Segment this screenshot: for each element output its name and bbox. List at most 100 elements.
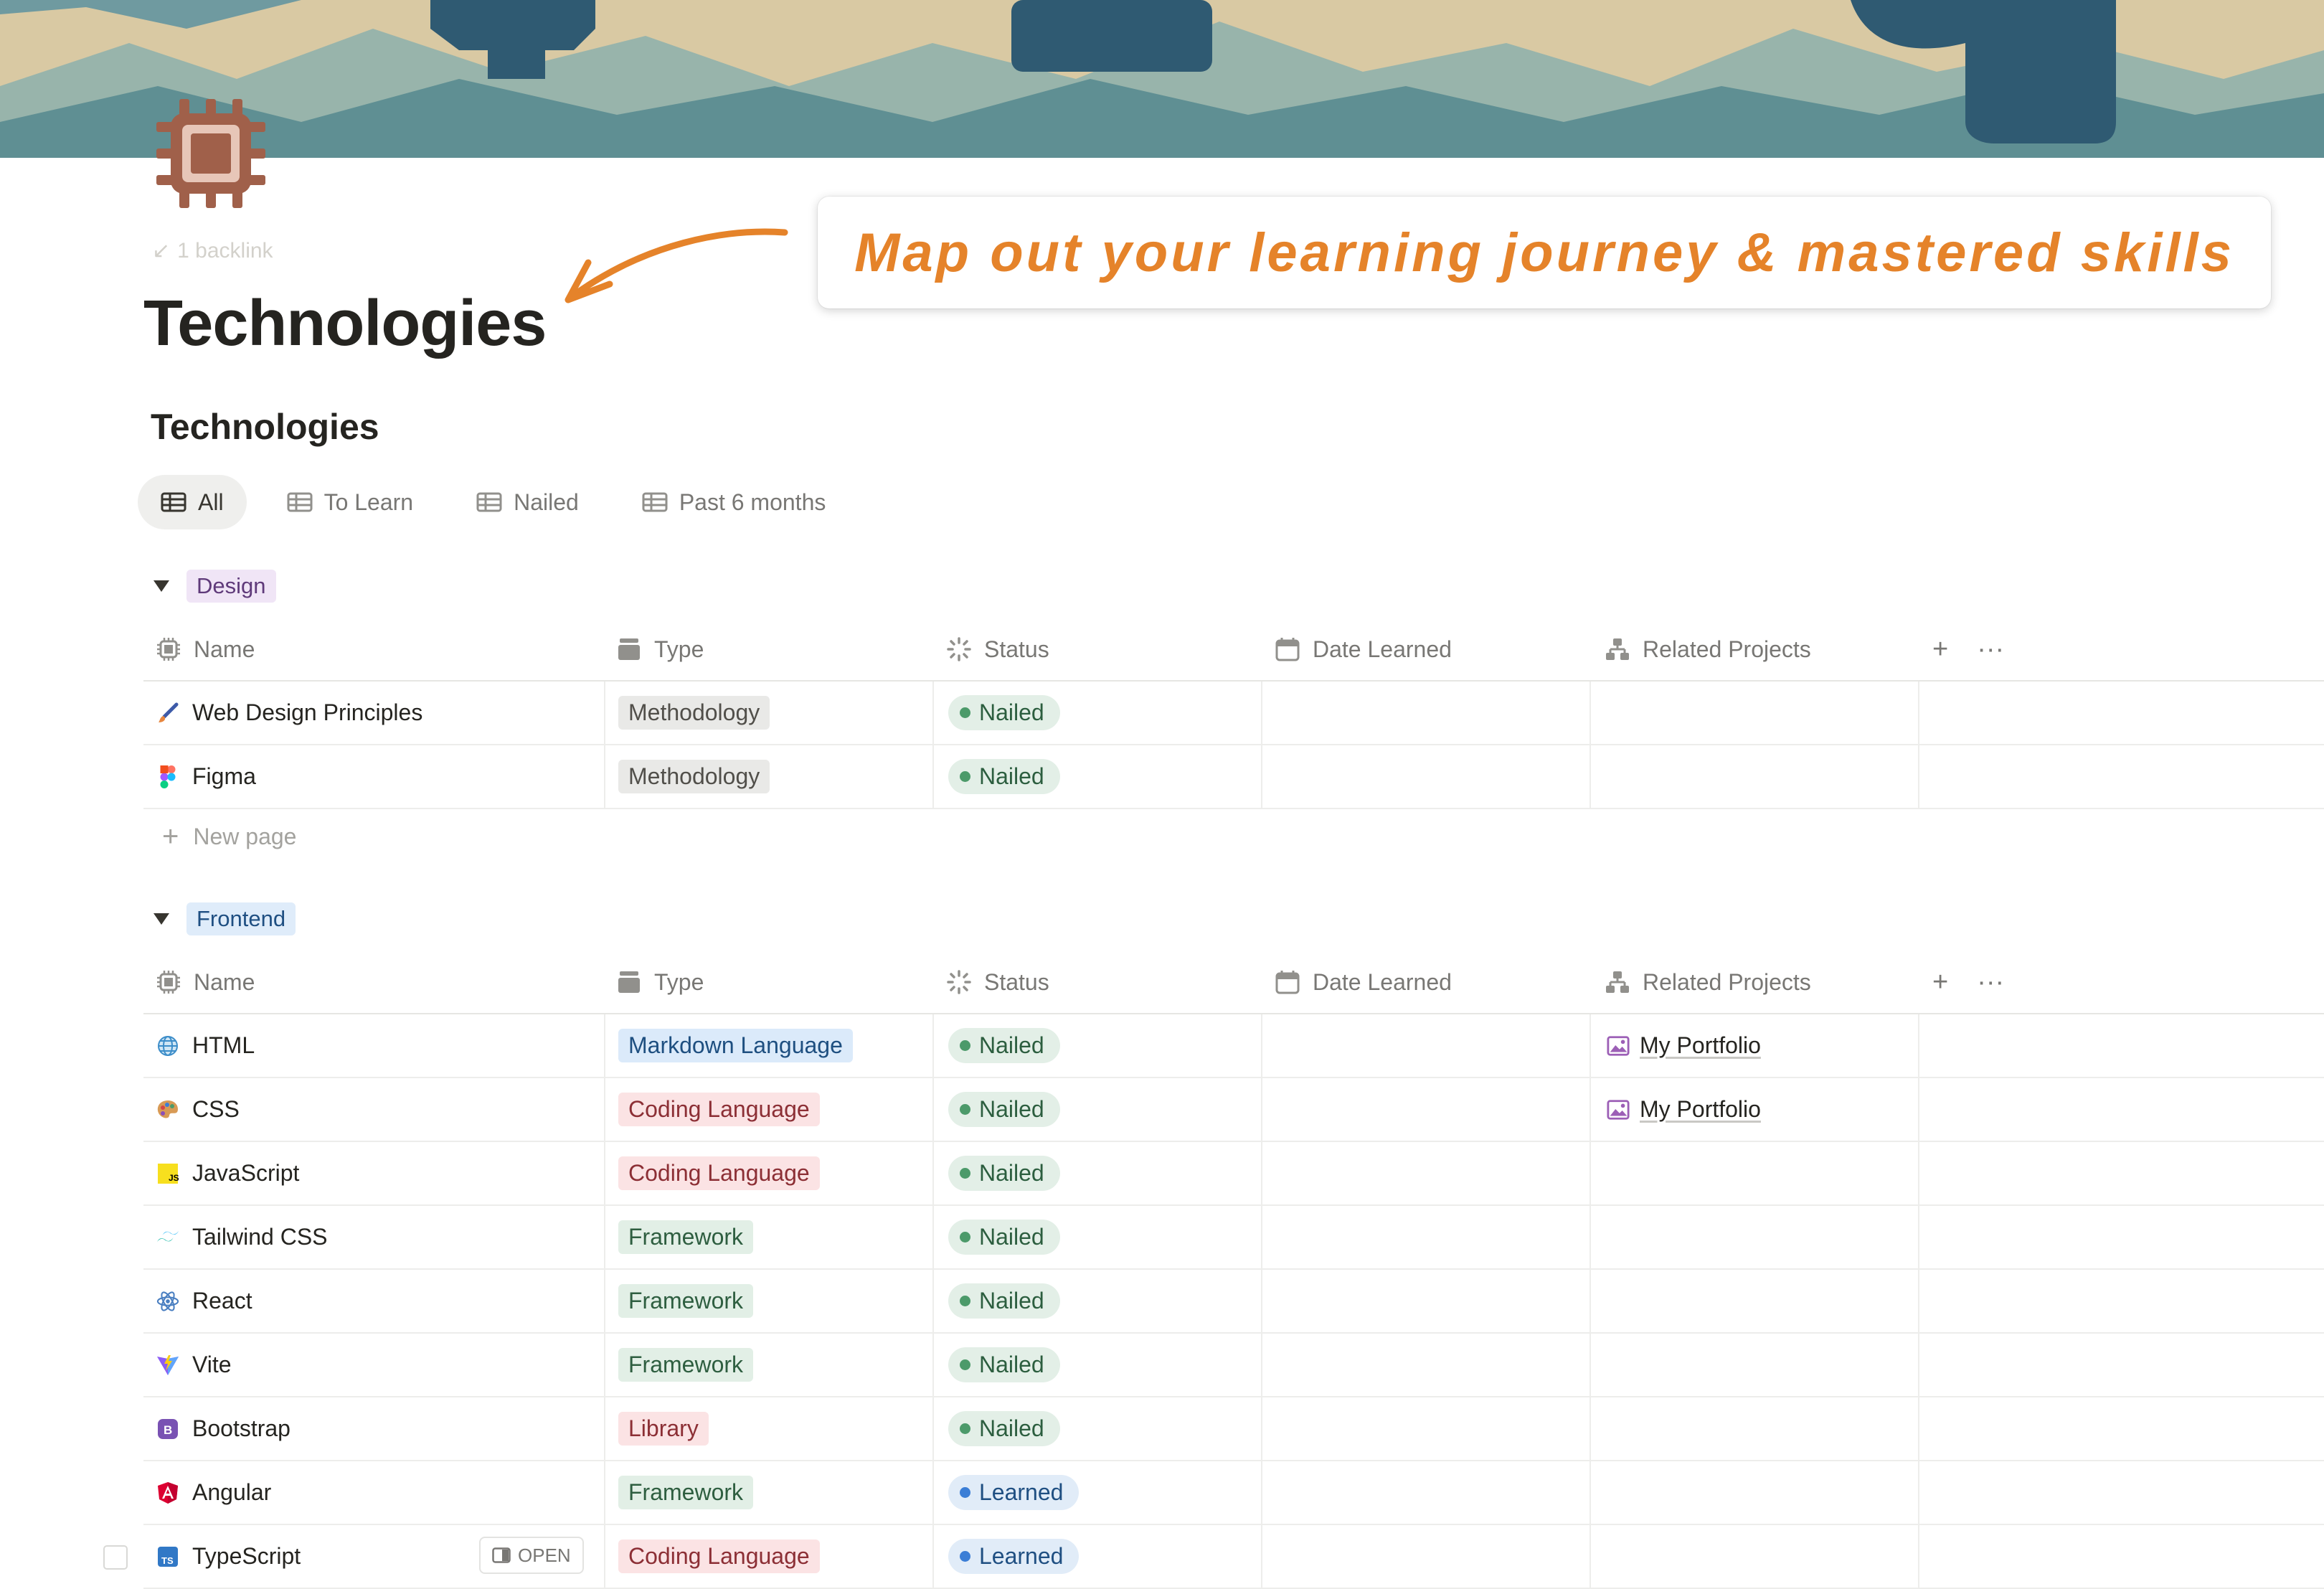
column-header-date[interactable]: Date Learned (1261, 951, 1590, 1013)
projects-cell[interactable] (1590, 682, 1918, 744)
tab-nailed[interactable]: Nailed (453, 475, 602, 529)
status-cell[interactable]: Learned (932, 1525, 1261, 1588)
date-cell[interactable] (1261, 1461, 1590, 1524)
related-project-link[interactable]: My Portfolio (1640, 1096, 1761, 1123)
date-cell[interactable] (1261, 1142, 1590, 1204)
date-cell[interactable] (1261, 1525, 1590, 1588)
more-options-button[interactable]: ··· (1977, 967, 2004, 998)
status-cell[interactable]: Nailed (932, 682, 1261, 744)
column-header-date[interactable]: Date Learned (1261, 618, 1590, 680)
projects-cell[interactable] (1590, 1206, 1918, 1268)
name-cell[interactable]: Vite (143, 1334, 604, 1396)
column-header-related-projects[interactable]: Related Projects (1590, 618, 1918, 680)
status-cell[interactable]: Nailed (932, 1334, 1261, 1396)
status-cell[interactable]: Learned (932, 1461, 1261, 1524)
name-cell[interactable]: TS TypeScript OPEN (143, 1525, 604, 1588)
projects-cell[interactable] (1590, 745, 1918, 808)
table-row[interactable]: B Bootstrap Library Nailed (143, 1397, 2324, 1461)
date-cell[interactable] (1261, 1078, 1590, 1141)
group-header-design[interactable]: Design (153, 570, 276, 603)
type-cell[interactable]: Methodology (604, 682, 932, 744)
type-cell[interactable]: Library (604, 1397, 932, 1460)
column-label: Name (194, 968, 255, 995)
column-header-name[interactable]: Name (143, 951, 604, 1013)
type-cell[interactable]: Coding Language (604, 1142, 932, 1204)
table-row[interactable]: Figma Methodology Nailed (143, 745, 2324, 809)
projects-cell[interactable] (1590, 1270, 1918, 1332)
column-header-related-projects[interactable]: Related Projects (1590, 951, 1918, 1013)
column-header-status[interactable]: Status (932, 618, 1261, 680)
date-cell[interactable] (1261, 745, 1590, 808)
table-row[interactable]: Vite Framework Nailed (143, 1334, 2324, 1397)
column-header-name[interactable]: Name (143, 618, 604, 680)
projects-cell[interactable] (1590, 1334, 1918, 1396)
name-cell[interactable]: HTML (143, 1014, 604, 1077)
table-row[interactable]: TS TypeScript OPEN Coding Language Learn… (103, 1525, 2324, 1589)
column-header-type[interactable]: Type (604, 618, 932, 680)
name-cell[interactable]: JS JavaScript (143, 1142, 604, 1204)
projects-cell[interactable]: My Portfolio (1590, 1014, 1918, 1077)
type-cell[interactable]: Markdown Language (604, 1014, 932, 1077)
date-cell[interactable] (1261, 682, 1590, 744)
database-title[interactable]: Technologies (151, 406, 379, 448)
status-cell[interactable]: Nailed (932, 1142, 1261, 1204)
page-cover[interactable] (0, 0, 2324, 158)
status-cell[interactable]: Nailed (932, 1397, 1261, 1460)
open-page-button[interactable]: OPEN (479, 1537, 584, 1574)
date-cell[interactable] (1261, 1397, 1590, 1460)
more-options-button[interactable]: ··· (1977, 634, 2004, 665)
name-cell[interactable]: B Bootstrap (143, 1397, 604, 1460)
page-title[interactable]: Technologies (143, 287, 547, 361)
table-row[interactable]: React Framework Nailed (143, 1270, 2324, 1334)
name-cell[interactable]: React (143, 1270, 604, 1332)
projects-cell[interactable] (1590, 1525, 1918, 1588)
type-cell[interactable]: Framework (604, 1461, 932, 1524)
column-header-status[interactable]: Status (932, 951, 1261, 1013)
related-project-link[interactable]: My Portfolio (1640, 1032, 1761, 1059)
type-cell[interactable]: Methodology (604, 745, 932, 808)
table-row[interactable]: HTML Markdown Language Nailed My Portfol… (143, 1014, 2324, 1078)
caret-down-icon[interactable] (153, 913, 169, 925)
column-header-type[interactable]: Type (604, 951, 932, 1013)
frontend-table: Name Type Status Date Learned Related Pr… (103, 951, 2324, 1589)
group-header-frontend[interactable]: Frontend (153, 902, 296, 935)
status-cell[interactable]: Nailed (932, 1014, 1261, 1077)
type-cell[interactable]: Coding Language (604, 1078, 932, 1141)
new-page-button[interactable]: + New page (162, 821, 296, 853)
name-cell[interactable]: Angular (143, 1461, 604, 1524)
type-cell[interactable]: Framework (604, 1206, 932, 1268)
date-cell[interactable] (1261, 1206, 1590, 1268)
status-cell[interactable]: Nailed (932, 745, 1261, 808)
backlink-link[interactable]: ↙ 1 backlink (152, 238, 273, 263)
status-cell[interactable]: Nailed (932, 1206, 1261, 1268)
name-cell[interactable]: Figma (143, 745, 604, 808)
name-cell[interactable]: Web Design Principles (143, 682, 604, 744)
date-cell[interactable] (1261, 1334, 1590, 1396)
table-row[interactable]: Web Design Principles Methodology Nailed (143, 682, 2324, 745)
tab-all[interactable]: All (138, 475, 247, 529)
projects-cell[interactable] (1590, 1142, 1918, 1204)
type-cell[interactable]: Coding Language (604, 1525, 932, 1588)
table-row[interactable]: CSS Coding Language Nailed My Portfolio (143, 1078, 2324, 1142)
chip-icon[interactable] (155, 98, 267, 209)
name-cell[interactable]: Tailwind CSS (143, 1206, 604, 1268)
date-cell[interactable] (1261, 1270, 1590, 1332)
row-select-checkbox[interactable] (103, 1545, 128, 1570)
projects-cell[interactable]: My Portfolio (1590, 1078, 1918, 1141)
add-column-button[interactable]: + (1932, 967, 1948, 998)
status-cell[interactable]: Nailed (932, 1270, 1261, 1332)
table-row[interactable]: JS JavaScript Coding Language Nailed (143, 1142, 2324, 1206)
table-row[interactable]: Tailwind CSS Framework Nailed (143, 1206, 2324, 1270)
name-cell[interactable]: CSS (143, 1078, 604, 1141)
tab-to-learn[interactable]: To Learn (264, 475, 437, 529)
table-row[interactable]: Angular Framework Learned (143, 1461, 2324, 1525)
projects-cell[interactable] (1590, 1461, 1918, 1524)
status-cell[interactable]: Nailed (932, 1078, 1261, 1141)
type-cell[interactable]: Framework (604, 1270, 932, 1332)
tab-past-6-months[interactable]: Past 6 months (619, 475, 849, 529)
add-column-button[interactable]: + (1932, 634, 1948, 665)
date-cell[interactable] (1261, 1014, 1590, 1077)
caret-down-icon[interactable] (153, 580, 169, 592)
projects-cell[interactable] (1590, 1397, 1918, 1460)
type-cell[interactable]: Framework (604, 1334, 932, 1396)
